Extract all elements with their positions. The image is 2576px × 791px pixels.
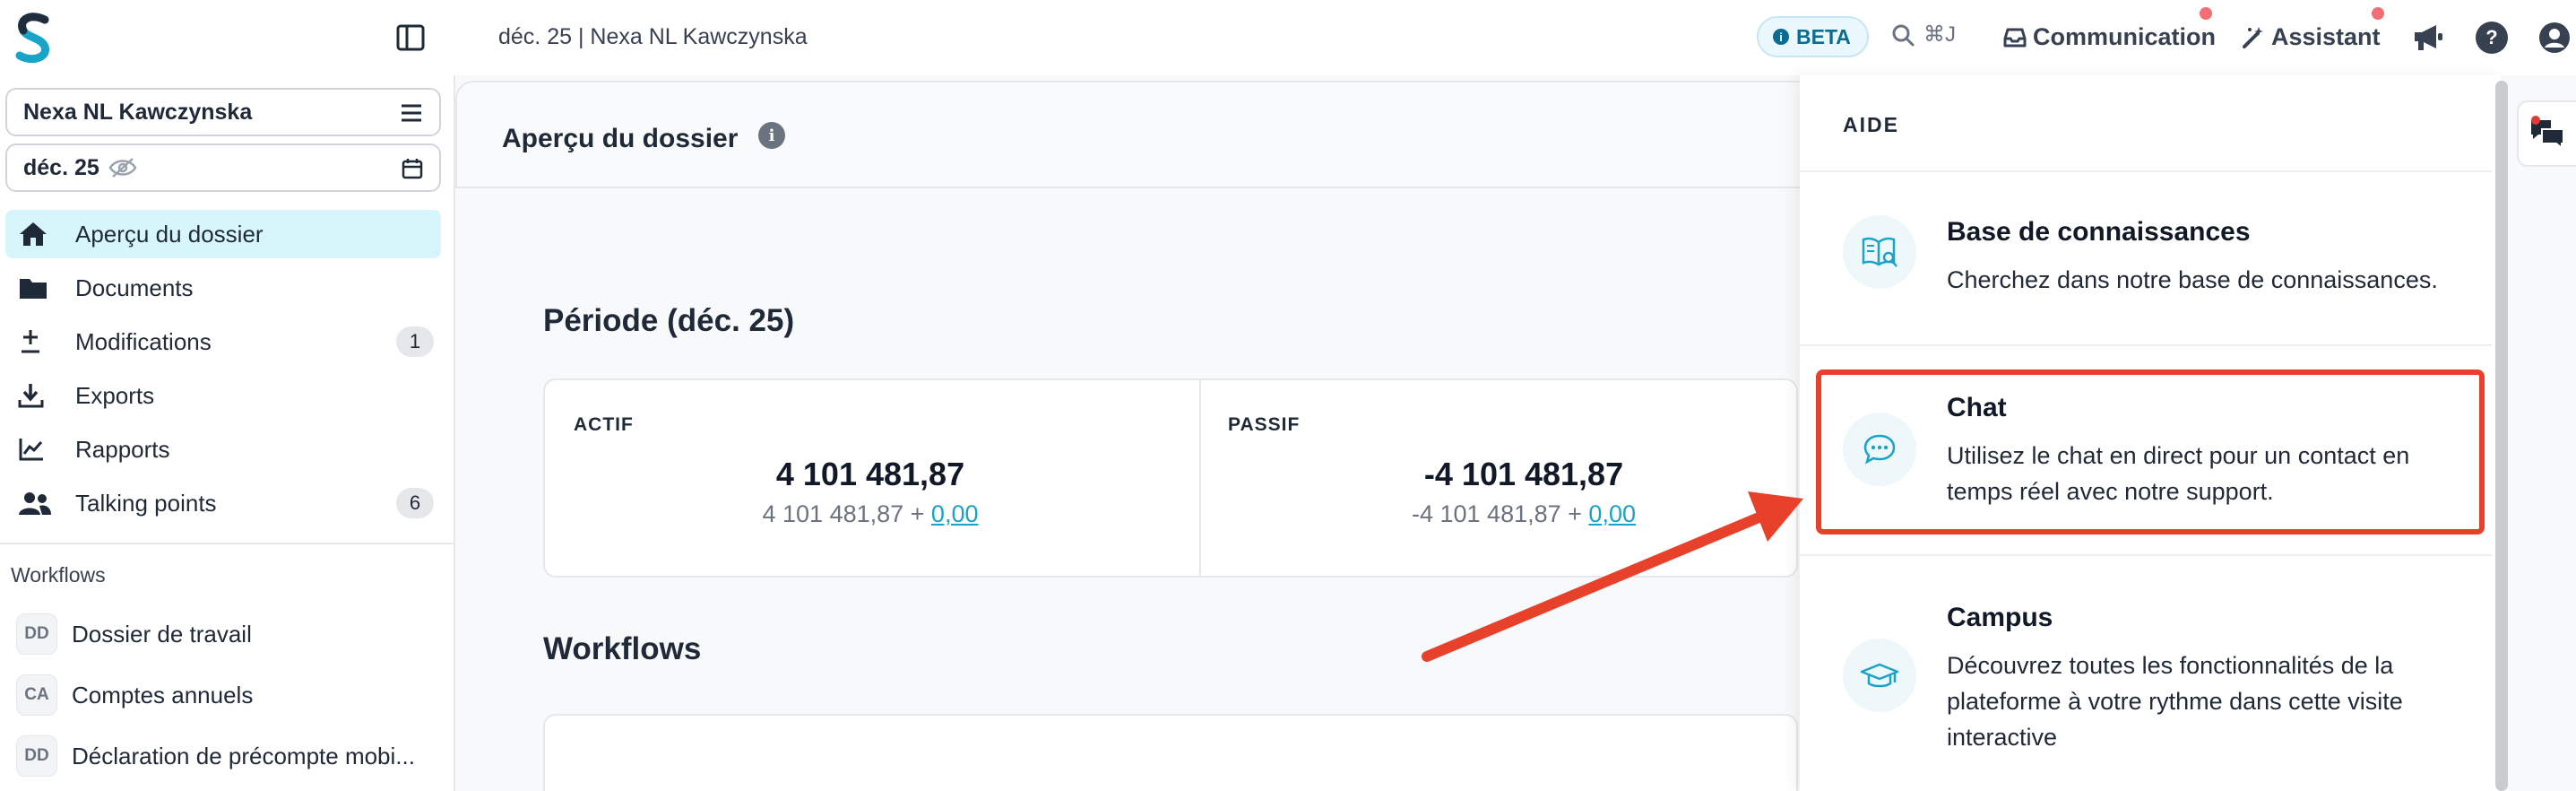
sidebar-item-label: Talking points (75, 489, 217, 517)
passif-value: -4 101 481,87 (1423, 456, 1624, 492)
period-title: Période (déc. 25) (543, 303, 795, 338)
help-item-desc: Découvrez toutes les fonctionnalités de … (1947, 652, 2403, 751)
search-button[interactable]: ⌘J (1891, 22, 1956, 48)
period-select[interactable]: déc. 25 (5, 143, 441, 192)
info-icon: i (1773, 29, 1789, 45)
magic-wand-icon (2243, 26, 2263, 48)
actif-adjustment-link[interactable]: 0,00 (931, 500, 979, 527)
modifications-count-badge: 1 (396, 326, 434, 357)
help-panel-heading: AIDE (1843, 113, 1899, 136)
actif-label: ACTIF (574, 414, 634, 435)
user-avatar-icon[interactable] (2538, 22, 2571, 54)
app-logo[interactable] (13, 11, 56, 65)
plus-minus-icon (22, 330, 39, 353)
workflow-badge: DD (16, 613, 57, 655)
help-item-title: Campus (1947, 603, 2053, 632)
sidebar-item-documents[interactable]: Documents (5, 264, 441, 312)
sidebar-item-talking-points[interactable]: Talking points 6 (5, 479, 441, 527)
workflow-label: Dossier de travail (72, 620, 252, 648)
communication-label: Communication (2033, 23, 2217, 50)
assistant-notification-dot (2372, 7, 2384, 20)
help-divider (1800, 170, 2492, 172)
sidebar-item-label: Rapports (75, 435, 170, 463)
workflow-badge: CA (16, 674, 57, 716)
passif-adjustment-link[interactable]: 0,00 (1588, 500, 1636, 527)
workflow-item[interactable]: DD Dossier de travail (16, 610, 446, 658)
menu-icon[interactable] (400, 102, 423, 124)
actif-sub-text: 4 101 481,87 + (762, 500, 931, 527)
home-icon (20, 222, 47, 246)
graduation-cap-icon (1843, 639, 1916, 712)
sidebar-item-apercu[interactable]: Aperçu du dossier (5, 210, 441, 258)
help-panel: AIDE Base de connaissances Cherchez dans… (1800, 75, 2501, 791)
workflow-item[interactable]: DD Déclaration de précompte mobi... (16, 732, 446, 780)
help-panel-scrollbar[interactable] (2495, 81, 2508, 791)
workflows-title: Workflows (543, 631, 702, 666)
communication-button[interactable]: Communication (2002, 23, 2216, 51)
inbox-icon (2003, 28, 2027, 47)
sidebar-item-label: Aperçu du dossier (75, 220, 264, 248)
beta-badge[interactable]: i BETA (1757, 16, 1869, 57)
book-search-icon (1843, 215, 1916, 289)
download-icon (18, 384, 44, 408)
search-shortcut: ⌘J (1923, 22, 1956, 47)
top-bar: déc. 25 | Nexa NL Kawczynska i BETA ⌘J C… (0, 0, 2576, 75)
beta-label: BETA (1796, 24, 1851, 48)
sidebar-divider (0, 543, 454, 544)
users-icon (19, 492, 51, 515)
help-divider (1800, 554, 2492, 556)
breadcrumb: déc. 25 | Nexa NL Kawczynska (498, 24, 808, 49)
chart-line-icon (19, 439, 43, 461)
sidebar-item-modifications[interactable]: Modifications 1 (5, 317, 441, 366)
passif-breakdown: -4 101 481,87 + 0,00 (1219, 500, 1828, 528)
workflow-label: Déclaration de précompte mobi... (72, 742, 415, 769)
workflow-item[interactable]: CA Comptes annuels (16, 671, 446, 719)
client-select-value: Nexa NL Kawczynska (23, 99, 253, 125)
client-select[interactable]: Nexa NL Kawczynska (5, 88, 441, 136)
actif-value: 4 101 481,87 (775, 456, 965, 492)
info-icon[interactable]: i (758, 122, 785, 149)
passif-sub-text: -4 101 481,87 + (1412, 500, 1589, 527)
help-icon[interactable]: ? (2476, 22, 2508, 54)
workflow-badge: DD (16, 735, 57, 777)
actif-breakdown: 4 101 481,87 + 0,00 (566, 500, 1175, 528)
workflows-card (543, 714, 1798, 791)
sidebar-item-label: Documents (75, 274, 194, 301)
chat-launcher-button[interactable] (2517, 100, 2576, 167)
sidebar-item-rapports[interactable]: Rapports (5, 425, 441, 474)
kpi-divider (1199, 380, 1201, 576)
passif-label: PASSIF (1228, 414, 1301, 435)
megaphone-icon[interactable] (2411, 22, 2445, 54)
sidebar-toggle-icon[interactable] (394, 22, 427, 54)
chat-highlight-annotation (1816, 369, 2485, 535)
communication-notification-dot (2200, 7, 2212, 20)
workflow-label: Comptes annuels (72, 681, 254, 708)
period-select-value: déc. 25 (23, 154, 99, 180)
assistant-button[interactable]: Assistant (2241, 23, 2381, 51)
chat-icon (2531, 116, 2564, 151)
talking-points-count-badge: 6 (396, 488, 434, 518)
sidebar-item-label: Exports (75, 381, 155, 409)
sidebar-item-exports[interactable]: Exports (5, 371, 441, 420)
search-icon (1892, 24, 1915, 46)
workflows-heading: Workflows (11, 563, 106, 587)
eye-slash-icon[interactable] (108, 156, 137, 179)
folder-icon (20, 279, 47, 299)
sidebar: Nexa NL Kawczynska déc. 25 Aperçu du dos… (0, 75, 455, 791)
assistant-label: Assistant (2271, 23, 2381, 50)
calendar-icon[interactable] (402, 158, 423, 179)
help-item-desc: Cherchez dans notre base de connaissance… (1947, 266, 2438, 293)
page-title: Aperçu du dossier (502, 124, 739, 153)
help-divider (1800, 344, 2492, 346)
help-item-title: Base de connaissances (1947, 217, 2251, 247)
sidebar-item-label: Modifications (75, 327, 212, 355)
